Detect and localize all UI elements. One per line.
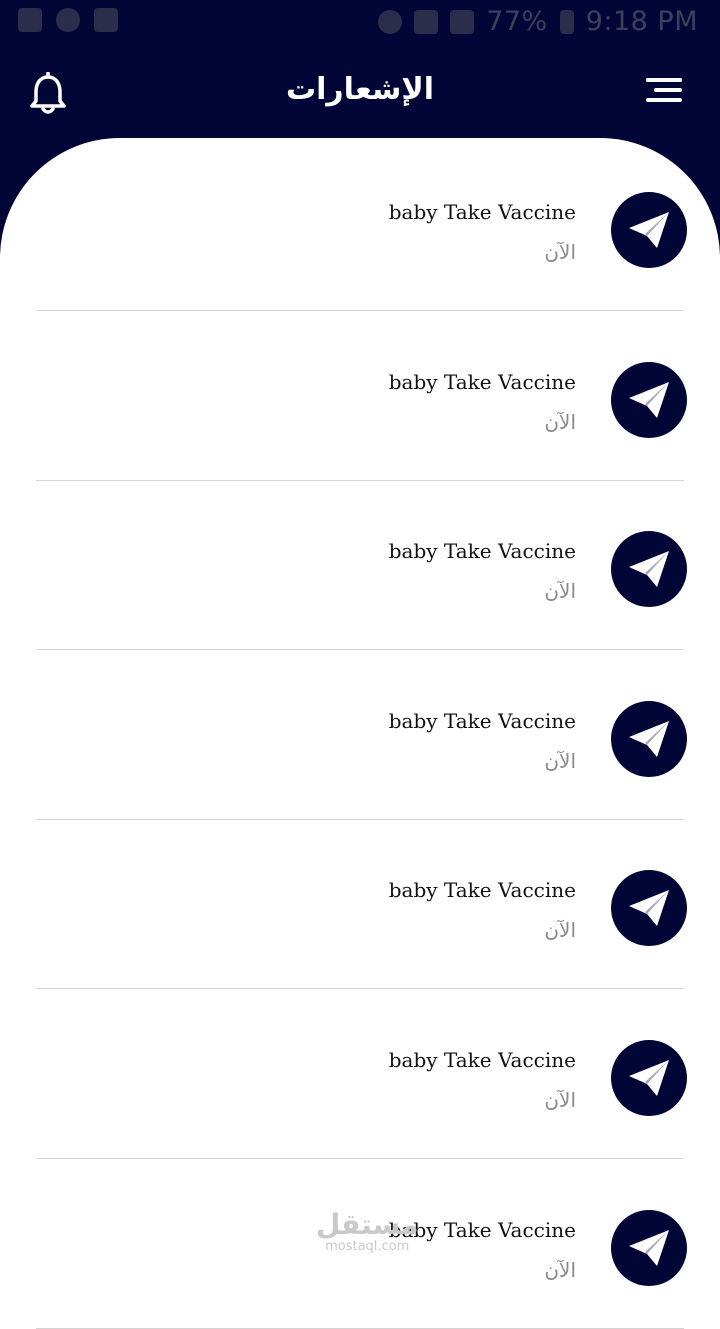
notification-item[interactable]: baby Take Vaccine الآن	[36, 650, 687, 820]
notification-title: baby Take Vaccine	[388, 200, 576, 224]
notification-title: baby Take Vaccine	[388, 369, 576, 394]
notification-item[interactable]: baby Take Vaccine الآن	[36, 989, 687, 1159]
send-icon	[611, 700, 687, 777]
send-icon	[611, 361, 687, 438]
sim-icon	[414, 9, 439, 34]
send-icon	[611, 192, 687, 268]
watermark-arabic: مستقل	[316, 1208, 419, 1241]
page-title: الإشعارات	[285, 72, 435, 107]
menu-icon[interactable]	[646, 78, 682, 108]
send-icon	[611, 870, 687, 947]
notification-title: baby Take Vaccine	[388, 1048, 576, 1072]
notification-time: الآن	[544, 409, 576, 434]
status-bar: 77% 9:18 PM	[0, 0, 720, 48]
send-icon	[611, 531, 687, 608]
send-icon	[611, 1209, 687, 1286]
watermark: مستقل mostaql.com	[316, 1210, 418, 1254]
gallery-icon	[18, 8, 42, 32]
send-icon	[611, 1040, 687, 1116]
notification-time: الآن	[544, 1088, 576, 1112]
battery-percent: 77%	[486, 6, 548, 37]
top-app-bar: الإشعارات	[0, 58, 720, 130]
signal-icon	[450, 9, 475, 34]
notification-time: الآن	[544, 240, 576, 264]
battery-icon	[559, 9, 574, 34]
sync-icon	[56, 8, 80, 32]
notification-item[interactable]: baby Take Vaccine الآن	[36, 311, 687, 481]
notification-item[interactable]: baby Take Vaccine الآن	[36, 141, 687, 311]
status-time: 9:18 PM	[585, 6, 698, 37]
watermark-latin: mostaql.com	[325, 1239, 410, 1254]
notification-icon	[94, 8, 118, 32]
notification-title: baby Take Vaccine	[388, 708, 576, 733]
notification-title: baby Take Vaccine	[388, 878, 576, 903]
notification-time: الآن	[544, 1257, 576, 1282]
notification-time: الآن	[544, 579, 576, 604]
alarm-icon	[378, 9, 403, 34]
notification-item[interactable]: baby Take Vaccine الآن	[36, 819, 687, 990]
notification-time: الآن	[544, 748, 576, 773]
notification-title: baby Take Vaccine	[388, 539, 576, 564]
notification-item[interactable]: baby Take Vaccine الآن	[36, 480, 687, 651]
notification-time: الآن	[544, 918, 576, 943]
